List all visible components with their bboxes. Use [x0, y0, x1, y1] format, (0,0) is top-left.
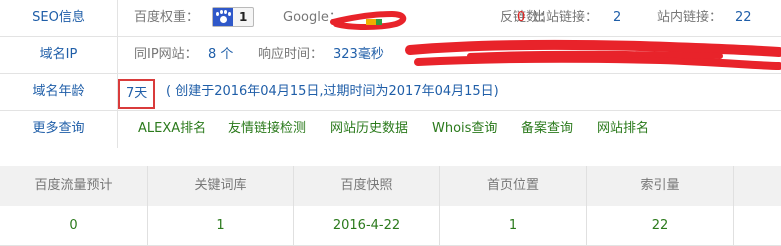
stats-header-baidu-traffic: 百度流量预计: [0, 166, 148, 206]
stats-header-keywords: 关键词库: [148, 166, 294, 206]
stats-header-extra: [734, 166, 781, 206]
stats-header-home-position: 首页位置: [440, 166, 587, 206]
stats-header-baidu-snapshot: 百度快照: [294, 166, 440, 206]
stats-value-row: 0 1 2016-4-22 1 22: [0, 206, 781, 246]
stats-table: 百度流量预计 关键词库 百度快照 首页位置 索引量 0 1 2016-4-22 …: [0, 154, 781, 246]
stats-header-row: 百度流量预计 关键词库 百度快照 首页位置 索引量: [0, 166, 781, 206]
stats-value-home-position[interactable]: 1: [440, 206, 587, 245]
stats-value-keywords[interactable]: 1: [148, 206, 294, 245]
stats-header-index-count: 索引量: [587, 166, 734, 206]
stats-value-index-count[interactable]: 22: [587, 206, 734, 245]
google-icon: [366, 19, 376, 25]
stats-value-baidu-traffic[interactable]: 0: [0, 206, 148, 245]
stats-value-baidu-snapshot[interactable]: 2016-4-22: [294, 206, 440, 245]
stats-value-extra: [734, 206, 781, 245]
